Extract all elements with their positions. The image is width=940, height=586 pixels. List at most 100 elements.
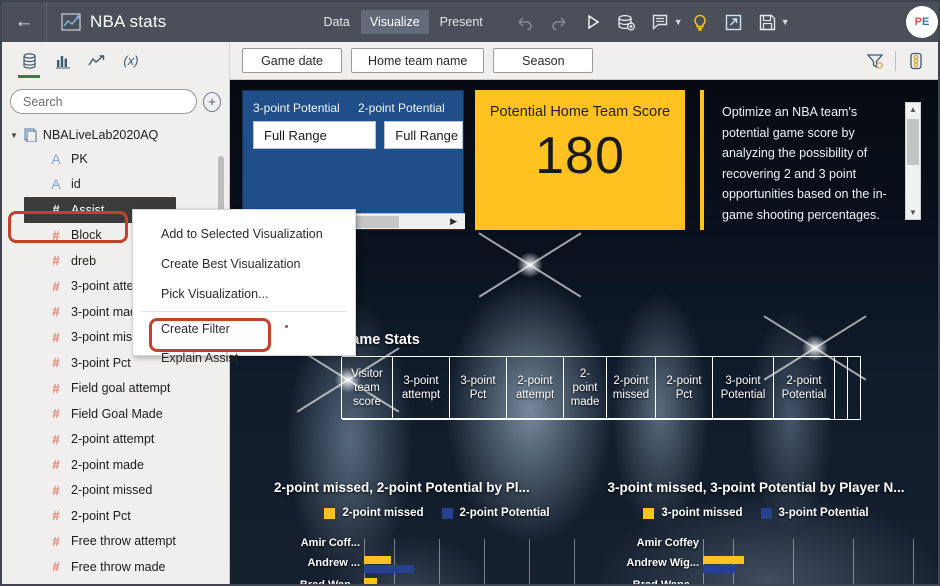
field-item-2-point-attempt[interactable]: # 2-point attempt xyxy=(2,427,229,453)
table-header-cell[interactable]: 2-point missed xyxy=(606,357,656,419)
table-header-cell[interactable]: 2-point attempt xyxy=(506,357,564,419)
context-menu-item-label: Create Filter xyxy=(161,322,230,336)
context-menu-item-pick-visualization[interactable]: Pick Visualization... xyxy=(133,279,355,309)
field-item-2-point-pct[interactable]: # 2-point Pct xyxy=(2,503,229,529)
context-menu-item-create-filter[interactable]: Create Filter xyxy=(133,314,355,344)
comment-icon[interactable] xyxy=(644,2,678,42)
legend-item[interactable]: 2-point Potential xyxy=(441,507,550,519)
legend-swatch xyxy=(643,507,655,519)
scrollbar-thumb[interactable] xyxy=(907,119,919,165)
play-icon[interactable] xyxy=(576,2,610,42)
save-icon[interactable] xyxy=(751,2,785,42)
legend-item[interactable]: 3-point missed xyxy=(643,507,743,519)
scroll-up-arrow-icon[interactable]: ▲ xyxy=(909,105,917,114)
add-datasource-button[interactable]: + xyxy=(203,91,221,112)
description-scrollbar[interactable]: ▲ ▼ xyxy=(905,102,921,220)
field-item-free-throw-made[interactable]: # Free throw made xyxy=(2,554,229,580)
filter-chip-bar: Game date Home team name Season xyxy=(230,42,938,80)
bar-2point-missed[interactable] xyxy=(364,578,377,584)
filter-input-3point-potential[interactable]: Full Range xyxy=(253,121,377,149)
legend-swatch xyxy=(324,507,336,519)
filter-chip-season[interactable]: Season xyxy=(493,48,594,73)
field-item-2-point-made[interactable]: # 2-point made xyxy=(2,452,229,478)
table-header-cell[interactable]: 3-point Pct xyxy=(449,357,507,419)
back-arrow-icon[interactable]: ← xyxy=(2,2,46,42)
filter-input-2point-potential[interactable]: Full Range xyxy=(384,121,463,149)
lightbulb-icon[interactable] xyxy=(683,2,717,42)
field-label: 2-point Pct xyxy=(71,508,131,523)
table-row-divider xyxy=(342,418,830,419)
light-glow xyxy=(517,252,543,278)
redo-icon[interactable] xyxy=(542,2,576,42)
scroll-right-arrow-icon[interactable]: ▶ xyxy=(450,216,457,227)
table-header-cell[interactable]: 2-point Pct xyxy=(655,357,713,419)
filter-icon[interactable] xyxy=(861,47,889,75)
bar-2point-missed[interactable] xyxy=(364,556,391,564)
charts-tab[interactable] xyxy=(48,44,78,78)
tree-root-label: NBALiveLab2020AQ xyxy=(42,128,159,142)
chevron-down-icon[interactable]: ▼ xyxy=(10,131,18,140)
table-header-cell[interactable] xyxy=(847,357,861,419)
field-label: Assist xyxy=(71,202,105,217)
filter-chip-home-team-name[interactable]: Home team name xyxy=(351,48,485,73)
context-menu: Add to Selected Visualization Create Bes… xyxy=(132,209,356,365)
formula-tab[interactable]: (x) xyxy=(116,44,146,78)
field-item-id[interactable]: A id xyxy=(2,172,229,198)
filter-chip-game-date[interactable]: Game date xyxy=(242,48,342,73)
menu-item-data[interactable]: Data xyxy=(314,10,358,34)
avatar[interactable]: PE xyxy=(906,6,938,38)
menu-item-visualize[interactable]: Visualize xyxy=(360,10,429,34)
bar-3point-missed[interactable] xyxy=(703,556,744,564)
scroll-down-arrow-icon[interactable]: ▼ xyxy=(909,208,917,217)
save-chevron-down-icon[interactable]: ▼ xyxy=(781,17,790,27)
table-header-cell[interactable] xyxy=(834,357,848,419)
chart-category-label: Amir Coff... xyxy=(300,537,360,549)
table-header-cell[interactable]: 2-point made xyxy=(563,357,607,419)
field-item-pk[interactable]: A PK xyxy=(2,146,229,172)
field-label: 2-point missed xyxy=(71,483,153,498)
legend-item[interactable]: 3-point Potential xyxy=(760,507,869,519)
field-item-2-point-missed[interactable]: # 2-point missed xyxy=(2,478,229,504)
number-type-icon: # xyxy=(52,329,60,345)
number-type-icon: # xyxy=(52,227,60,243)
field-label: Block xyxy=(71,228,102,243)
field-label: PK xyxy=(71,151,88,166)
menu-item-present[interactable]: Present xyxy=(431,10,492,34)
toolbar-divider xyxy=(895,50,896,71)
field-label: Free throw attempt xyxy=(71,534,176,549)
context-menu-item-create-best-visualization[interactable]: Create Best Visualization xyxy=(133,249,355,279)
context-menu-item-add-to-selected-visualization[interactable]: Add to Selected Visualization xyxy=(133,219,355,249)
field-label: 3-point Pct xyxy=(71,355,131,370)
field-item-free-throw-attempt[interactable]: # Free throw attempt xyxy=(2,529,229,555)
legend-swatch xyxy=(441,507,453,519)
field-item-field-goal-attempt[interactable]: # Field goal attempt xyxy=(2,376,229,402)
chart-logo-icon xyxy=(61,13,81,31)
table-header-cell[interactable]: 3-point attempt xyxy=(392,357,450,419)
filter-label-2point-potential: 2-point Potential xyxy=(358,101,445,115)
search-input[interactable] xyxy=(10,89,197,114)
database-add-icon[interactable] xyxy=(610,2,644,42)
description-card: Optimize an NBA team's potential game sc… xyxy=(700,90,925,230)
legend-item[interactable]: 2-point missed xyxy=(324,507,424,519)
number-type-icon: # xyxy=(52,533,60,549)
page-title: NBA stats xyxy=(90,12,167,31)
bar-3point-potential[interactable] xyxy=(703,565,736,573)
legend-label: 2-point Potential xyxy=(459,507,550,519)
comment-chevron-down-icon[interactable]: ▼ xyxy=(674,17,683,27)
context-menu-item-explain-assist[interactable]: Explain Assist xyxy=(133,344,355,372)
number-type-icon: # xyxy=(52,482,60,498)
trends-tab[interactable] xyxy=(82,44,112,78)
chart-category-label: Amir Coffey xyxy=(636,537,699,549)
tree-root-item[interactable]: ▼ NBALiveLab2020AQ xyxy=(2,124,229,146)
bar-2point-potential[interactable] xyxy=(364,565,414,573)
field-item-field-goal-made[interactable]: # Field Goal Made xyxy=(2,401,229,427)
undo-icon[interactable] xyxy=(508,2,542,42)
table-header-cell[interactable]: 2-point Potential xyxy=(773,357,835,419)
field-label: 2-point made xyxy=(71,457,144,472)
table-header-cell[interactable]: 3-point Potential xyxy=(712,357,774,419)
settings-icon[interactable] xyxy=(902,47,930,75)
legend-label: 3-point Potential xyxy=(778,507,869,519)
chart-3point-missed-potential: 3-point missed, 3-point Potential by Pla… xyxy=(586,480,926,584)
data-sources-tab[interactable] xyxy=(14,44,44,78)
share-export-icon[interactable] xyxy=(717,2,751,42)
